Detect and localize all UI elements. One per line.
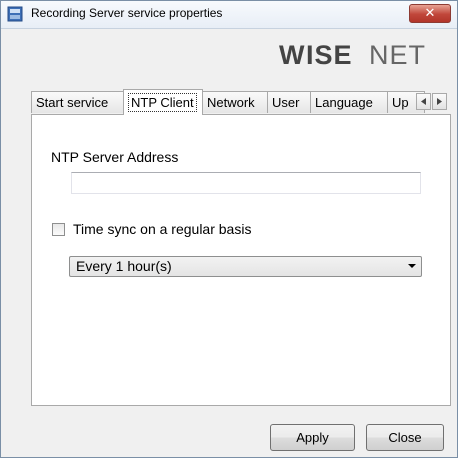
tab-label: Network (207, 95, 255, 110)
sync-interval-value: Every 1 hour(s) (76, 258, 172, 274)
tab-language[interactable]: Language (310, 91, 388, 113)
wisenet-logo: W ISE NET (279, 40, 426, 70)
title-bar: Recording Server service properties ✕ (1, 1, 457, 29)
tab-label: Language (315, 95, 373, 110)
svg-text:ISE: ISE (306, 40, 353, 70)
triangle-right-icon (436, 98, 442, 105)
tab-label: User (272, 95, 300, 110)
tab-label: NTP Client (128, 93, 197, 112)
tab-network[interactable]: Network (202, 91, 268, 113)
tab-label: Start service (36, 95, 109, 110)
time-sync-label: Time sync on a regular basis (73, 221, 252, 237)
time-sync-checkbox[interactable] (52, 223, 65, 236)
tab-ntp-client[interactable]: NTP Client (123, 89, 203, 115)
app-icon (7, 6, 23, 22)
tab-start-service[interactable]: Start service (31, 91, 124, 113)
window-close-button[interactable]: ✕ (409, 4, 451, 23)
tab-strip: Start service NTP Client Network User La… (31, 89, 451, 115)
tab-label: Up (392, 95, 409, 110)
svg-text:NET: NET (369, 40, 426, 70)
x-icon: ✕ (424, 6, 436, 21)
ntp-server-address-input[interactable] (71, 172, 421, 194)
ntp-server-address-label: NTP Server Address (51, 149, 179, 165)
dialog-window: Recording Server service properties ✕ W … (0, 0, 458, 458)
window-title: Recording Server service properties (31, 6, 223, 20)
close-button[interactable]: Close (366, 424, 444, 451)
apply-button[interactable]: Apply (270, 424, 355, 451)
chevron-down-icon (408, 264, 416, 268)
tab-scroll-left-button[interactable] (416, 93, 431, 110)
triangle-left-icon (420, 98, 426, 105)
tab-user[interactable]: User (267, 91, 311, 113)
tab-scroll-right-button[interactable] (432, 93, 447, 110)
svg-text:W: W (279, 40, 305, 70)
sync-interval-select[interactable]: Every 1 hour(s) (69, 256, 422, 277)
